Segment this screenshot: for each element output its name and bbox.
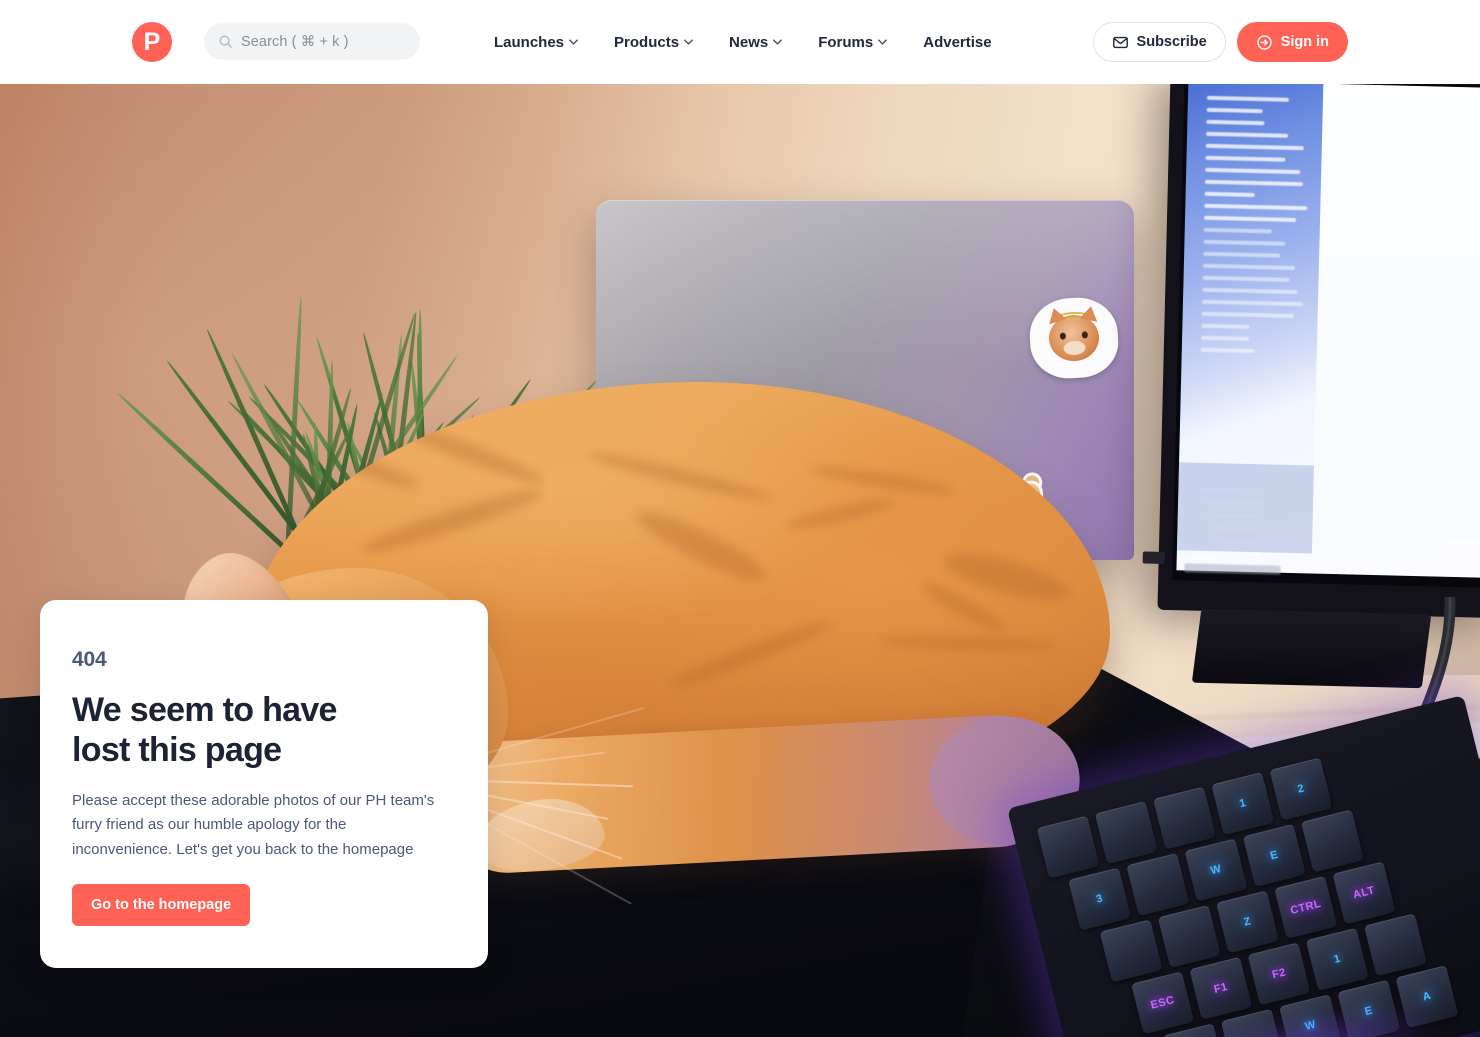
monitor-canvas xyxy=(1313,84,1480,539)
sign-in-label: Sign in xyxy=(1281,34,1329,50)
chevron-down-icon xyxy=(773,39,782,45)
external-monitor xyxy=(1157,84,1480,618)
nav-label-forums: Forums xyxy=(818,34,873,51)
sign-in-arrow-icon xyxy=(1256,34,1273,51)
subscribe-label: Subscribe xyxy=(1137,34,1207,50)
nav-item-advertise[interactable]: Advertise xyxy=(923,34,991,51)
nav-label-launches: Launches xyxy=(494,34,564,51)
error-title-line2: lost this page xyxy=(72,731,281,769)
sticker-cat-eye-left xyxy=(1060,332,1066,339)
monitor-screen xyxy=(1176,84,1480,578)
sign-in-button[interactable]: Sign in xyxy=(1237,22,1348,62)
monitor-plug xyxy=(1143,551,1165,564)
error-code: 404 xyxy=(72,648,448,672)
product-hunt-logo[interactable]: P xyxy=(132,22,172,62)
error-card: 404 We seem to have lost this page Pleas… xyxy=(40,600,488,968)
nav-label-advertise: Advertise xyxy=(923,34,991,51)
go-to-homepage-button[interactable]: Go to the homepage xyxy=(72,884,250,926)
nav-item-launches[interactable]: Launches xyxy=(494,34,578,51)
nav-item-products[interactable]: Products xyxy=(614,34,693,51)
nav-label-products: Products xyxy=(614,34,679,51)
sticker-cat-ear-right xyxy=(1080,305,1100,322)
chevron-down-icon xyxy=(684,39,693,45)
error-title: We seem to have lost this page xyxy=(72,690,448,771)
chevron-down-icon xyxy=(569,39,578,45)
sticker-cat-ear-left xyxy=(1045,306,1066,325)
site-header: P Search ( ⌘ + k ) Launches Products New… xyxy=(0,0,1480,84)
header-actions: Subscribe Sign in xyxy=(1093,22,1348,62)
nav-item-forums[interactable]: Forums xyxy=(818,34,887,51)
nav-label-news: News xyxy=(729,34,768,51)
subscribe-button[interactable]: Subscribe xyxy=(1093,22,1226,62)
search-icon xyxy=(218,34,233,49)
chevron-down-icon xyxy=(878,39,887,45)
search-placeholder: Search ( ⌘ + k ) xyxy=(241,34,349,50)
nav-item-news[interactable]: News xyxy=(729,34,782,51)
logo-letter: P xyxy=(144,30,161,55)
monitor-lower-panel xyxy=(1177,462,1314,553)
main-navigation: Launches Products News Forums Advertise xyxy=(494,0,992,84)
envelope-icon xyxy=(1112,34,1129,51)
error-title-line1: We seem to have xyxy=(72,691,337,729)
search-input[interactable]: Search ( ⌘ + k ) xyxy=(204,23,420,60)
sticker-cat-eye-right xyxy=(1082,331,1088,338)
error-description: Please accept these adorable photos of o… xyxy=(72,789,448,862)
